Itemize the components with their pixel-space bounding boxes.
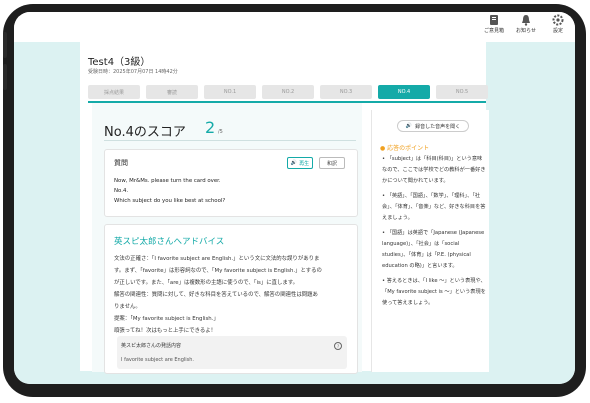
question-line: No.4.	[114, 188, 129, 194]
translate-button[interactable]: 和訳	[319, 157, 345, 169]
advice-line: 文法の正確さ：「I favorite subject are English.」…	[114, 256, 320, 262]
point-item: • 「英語」、「国語」、「数学」、「理科」、「社会」、「体育」、「音楽」など、好…	[382, 193, 486, 221]
settings-button[interactable]: 設定	[545, 14, 571, 34]
tab-reading[interactable]: 審読	[146, 85, 198, 99]
advice-text: 文法の正確さ：「I favorite subject are English.」…	[114, 253, 350, 337]
test-date: 受験日時：2025年07月07日 14時42分	[88, 69, 178, 75]
tab-no1[interactable]: NO.1	[204, 85, 256, 99]
point-item: • 「国語」は英語で「Japanese (Japanese language)」…	[382, 230, 485, 269]
advice-line: 提案：「My favorite subject is English.」	[114, 316, 219, 322]
question-text: Now, Mr&Ms. please turn the card over. N…	[114, 176, 225, 206]
contact-label: ご意見箱	[483, 28, 504, 34]
point-item: • 答えるときは、「I like ～」という表現や、「My favorite s…	[382, 278, 486, 306]
record-button-label: 録音した音声を聞く	[415, 123, 461, 130]
advice-line: りません。	[114, 304, 141, 310]
gear-icon	[552, 14, 564, 26]
points-title: ● 応答のポイント	[380, 143, 429, 152]
question-line: Now, Mr&Ms. please turn the card over.	[114, 178, 221, 184]
advice-title: 英スピ太郎さんへアドバイス	[114, 237, 225, 247]
score-value: 2	[205, 118, 216, 137]
utterance-box	[117, 336, 347, 369]
tab-no3[interactable]: NO.3	[320, 85, 372, 99]
utterance-title: 英スピ太郎さんの発話内容	[121, 343, 182, 349]
contact-icon	[490, 15, 498, 25]
points-title-text: 応答のポイント	[387, 145, 430, 152]
notifications-button[interactable]: お知らせ	[513, 14, 539, 34]
speaker-icon: 🔊	[405, 123, 413, 129]
advice-line: す。まず、「favorite」は形容詞なので、「My favorite subj…	[114, 268, 322, 274]
play-button[interactable]: 🔊 再生	[287, 157, 313, 169]
play-recording-button[interactable]: 🔊 録音した音声を聞く	[397, 120, 469, 132]
tab-no2[interactable]: NO.2	[262, 85, 314, 99]
tab-no4[interactable]: NO.4	[378, 85, 430, 99]
point-text: 「国語」は英語で「Japanese (Japanese language)」、「…	[382, 230, 485, 269]
advice-line: 解答の関連性：質問に対して、好きな科目を答えているので、解答の関連性は問題あ	[114, 292, 318, 298]
question-tabs: 採点結果 審読 NO.1 NO.2 NO.3 NO.4 NO.5	[88, 85, 488, 99]
help-icon[interactable]: ?	[334, 342, 342, 350]
notifications-label: お知らせ	[516, 28, 536, 34]
side-button	[3, 32, 7, 58]
points-list: • 「subject」は「科目(科目)」という意味なので、ここでは学校でどの教科…	[382, 154, 486, 313]
point-text: 「subject」は「科目(科目)」という意味なので、ここでは学校でどの教科が一…	[382, 156, 486, 184]
play-label: 再生	[299, 160, 310, 167]
question-label: 質問	[114, 159, 128, 167]
point-text: 「英語」、「国語」、「数学」、「理科」、「社会」、「体育」、「音楽」など、好きな…	[382, 193, 486, 221]
question-line: Which subject do you like best at school…	[114, 198, 226, 204]
utterance-text: I favorite subject are English.	[121, 357, 195, 363]
speaker-icon: 🔊	[290, 160, 298, 166]
point-item: • 「subject」は「科目(科目)」という意味なので、ここでは学校でどの教科…	[382, 156, 486, 184]
tab-no5[interactable]: NO.5	[436, 85, 488, 99]
bell-icon	[522, 15, 530, 26]
tab-result[interactable]: 採点結果	[88, 85, 140, 99]
point-text: 答えるときは、「I like ～」という表現や、「My favorite sub…	[382, 278, 486, 306]
score-divider	[104, 140, 356, 141]
advice-line: が正しいです。また、「are」は複数形の主語に使うので、「is」に直します。	[114, 280, 299, 286]
contact-button[interactable]: ご意見箱	[481, 14, 507, 34]
header-icons: ご意見箱 お知らせ 設定	[481, 14, 571, 34]
settings-label: 設定	[552, 28, 563, 34]
score-title: No.4のスコア	[104, 125, 186, 140]
lightbulb-icon: ●	[380, 145, 386, 152]
side-button	[3, 64, 7, 90]
score-denominator: /5	[218, 129, 223, 135]
page-title: Test4（3級）	[88, 57, 151, 68]
